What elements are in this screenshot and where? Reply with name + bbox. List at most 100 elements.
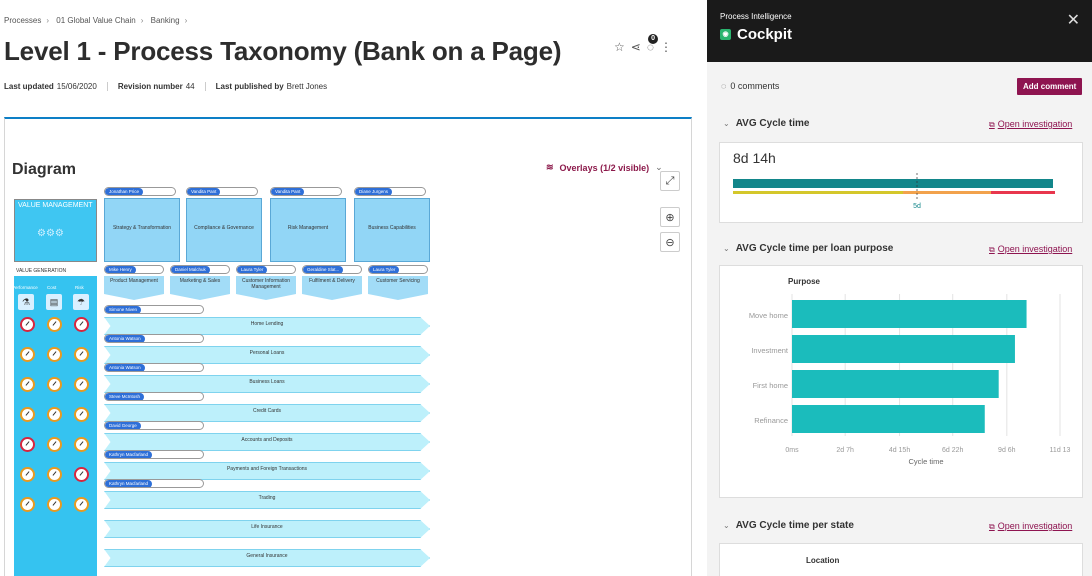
meta-label: Last published by xyxy=(215,82,284,91)
comments-count[interactable]: ◌ 0 comments xyxy=(721,81,779,91)
expand-icon: ⤢ xyxy=(665,174,675,187)
owner-pill[interactable]: Kathryn Macfarland xyxy=(104,479,204,488)
star-icon[interactable]: ☆ xyxy=(614,40,625,54)
owner-pill[interactable]: Antonia Watson xyxy=(104,363,204,372)
kpi-gauge-icon[interactable] xyxy=(20,437,35,452)
lane-row[interactable]: Business Loans xyxy=(104,375,430,393)
lane-row[interactable]: Credit Cards xyxy=(104,404,430,422)
kpi-gauge-icon[interactable] xyxy=(47,377,62,392)
cockpit-panel: Process Intelligence ◉ Cockpit ✕ ◌ 0 comme… xyxy=(707,0,1092,576)
owner-name: Vandita Pant xyxy=(187,188,221,195)
kpi-gauge-icon[interactable] xyxy=(47,347,62,362)
kpi-gauge-icon[interactable] xyxy=(20,317,35,332)
breadcrumb-item[interactable]: Banking xyxy=(151,16,180,25)
kpi-gauge-icon[interactable] xyxy=(47,497,62,512)
bar[interactable] xyxy=(792,300,1027,328)
kpi-gauge-icon[interactable] xyxy=(74,467,89,482)
zoom-out-button[interactable]: ⊖ xyxy=(660,232,680,252)
zoom-in-button[interactable]: ⊕ xyxy=(660,207,680,227)
last-updated-value: 15/06/2020 xyxy=(56,82,97,91)
owner-pill[interactable]: Vandita Pant xyxy=(270,187,342,196)
owner-pill[interactable]: Laura Tyler xyxy=(236,265,296,274)
comment-icon[interactable]: ◌ 0 xyxy=(647,34,658,54)
bar[interactable] xyxy=(792,405,985,433)
owner-name: Laura Tyler xyxy=(369,266,400,273)
fullscreen-button[interactable]: ⤢ xyxy=(660,171,680,191)
breadcrumb-item[interactable]: 01 Global Value Chain xyxy=(56,16,135,25)
open-investigation-link[interactable]: ⧉ Open investigation xyxy=(989,244,1072,255)
kpi-gauge-icon[interactable] xyxy=(20,377,35,392)
kpi-header: Performance xyxy=(12,285,38,290)
kpi-gauge-icon[interactable] xyxy=(74,437,89,452)
open-investigation-link[interactable]: ⧉ Open investigation xyxy=(989,521,1072,532)
bar[interactable] xyxy=(792,370,999,398)
x-tick-label: 11d 13 xyxy=(1050,447,1071,454)
owner-pill[interactable]: Vandita Pant xyxy=(186,187,258,196)
kpi-gauge-icon[interactable] xyxy=(74,497,89,512)
lane-row[interactable]: Accounts and Deposits xyxy=(104,433,430,451)
kpi-gauge-icon[interactable] xyxy=(47,407,62,422)
lane-row[interactable]: Payments and Foreign Transactions xyxy=(104,462,430,480)
comments-label: 0 comments xyxy=(730,81,780,91)
owner-pill[interactable]: Daniel Malchuk xyxy=(170,265,230,274)
value-management-box[interactable]: VALUE MANAGEMENT ⚙⚙⚙ xyxy=(14,199,97,262)
risk-icon: ☂ xyxy=(73,294,89,310)
cost-icon: ▤ xyxy=(46,294,62,310)
owner-name: Antonia Watson xyxy=(105,335,145,342)
section-state[interactable]: ⌄ AVG Cycle time per state xyxy=(723,520,854,531)
owner-pill[interactable]: David George xyxy=(104,421,204,430)
chevron-down-icon: ⌄ xyxy=(723,119,730,128)
lane-row[interactable]: Trading xyxy=(104,491,430,509)
process-box[interactable]: Strategy & Transformation xyxy=(104,198,180,262)
owner-name: Kathryn Macfarland xyxy=(105,451,153,458)
open-investigation-link[interactable]: ⧉ Open investigation xyxy=(989,119,1072,130)
page-title: Level 1 - Process Taxonomy (Bank on a Pa… xyxy=(4,36,562,66)
comment-icon: ◌ xyxy=(721,81,727,91)
more-icon[interactable]: ⋮ xyxy=(660,40,672,54)
kpi-gauge-icon[interactable] xyxy=(20,347,35,362)
kpi-gauge-icon[interactable] xyxy=(47,317,62,332)
owner-pill[interactable]: Antonia Watson xyxy=(104,334,204,343)
kpi-gauge-icon[interactable] xyxy=(20,407,35,422)
breadcrumb-item[interactable]: Processes xyxy=(4,16,41,25)
section-cycle-time[interactable]: ⌄ AVG Cycle time xyxy=(723,118,809,129)
kpi-gauge-icon[interactable] xyxy=(74,317,89,332)
bar[interactable] xyxy=(792,335,1015,363)
value-generation-label: VALUE GENERATION xyxy=(16,268,67,274)
kpi-gauge-icon[interactable] xyxy=(74,377,89,392)
kpi-gauge-icon[interactable] xyxy=(20,467,35,482)
category-label: Investment xyxy=(751,346,789,355)
cycle-bar-bad xyxy=(991,191,1055,194)
kpi-gauge-icon[interactable] xyxy=(20,497,35,512)
section-loan-purpose[interactable]: ⌄ AVG Cycle time per loan purpose xyxy=(723,243,893,254)
process-box[interactable]: Risk Management xyxy=(270,198,346,262)
overlays-dropdown[interactable]: ≋ Overlays (1/2 visible) ⌄ xyxy=(546,162,663,173)
lane-row[interactable]: Personal Loans xyxy=(104,346,430,364)
section-title: AVG Cycle time xyxy=(735,118,810,129)
lane-row[interactable]: General Insurance xyxy=(104,549,430,567)
owner-pill[interactable]: Jonathan Price xyxy=(104,187,176,196)
share-icon[interactable]: ⋖ xyxy=(631,40,641,54)
process-box[interactable]: Business Capabilities xyxy=(354,198,430,262)
owner-pill[interactable]: Kathryn Macfarland xyxy=(104,450,204,459)
owner-pill[interactable]: Simone Niven xyxy=(104,305,204,314)
kpi-header: Risk xyxy=(75,285,84,290)
kpi-gauge-icon[interactable] xyxy=(47,467,62,482)
close-icon[interactable]: ✕ xyxy=(1067,10,1080,30)
owner-pill[interactable]: Diane Jurgens xyxy=(354,187,426,196)
owner-pill[interactable]: Geraldine Slat... xyxy=(302,265,362,274)
x-tick-label: 9d 6h xyxy=(998,447,1016,454)
owner-pill[interactable]: Steve McIntosh xyxy=(104,392,204,401)
process-box[interactable]: Compliance & Governance xyxy=(186,198,262,262)
kpi-gauge-icon[interactable] xyxy=(47,437,62,452)
add-comment-button[interactable]: Add comment xyxy=(1017,78,1083,95)
lane-row[interactable]: Home Lending xyxy=(104,317,430,335)
kpi-gauge-icon[interactable] xyxy=(74,347,89,362)
lane-row[interactable]: Life Insurance xyxy=(104,520,430,538)
state-card: Location xyxy=(719,543,1083,576)
kpi-gauge-icon[interactable] xyxy=(74,407,89,422)
zoom-out-icon: ⊖ xyxy=(665,236,675,249)
owner-pill[interactable]: Laura Tyler xyxy=(368,265,428,274)
owner-pill[interactable]: Mike Henry xyxy=(104,265,164,274)
owner-name: Mike Henry xyxy=(105,266,136,273)
